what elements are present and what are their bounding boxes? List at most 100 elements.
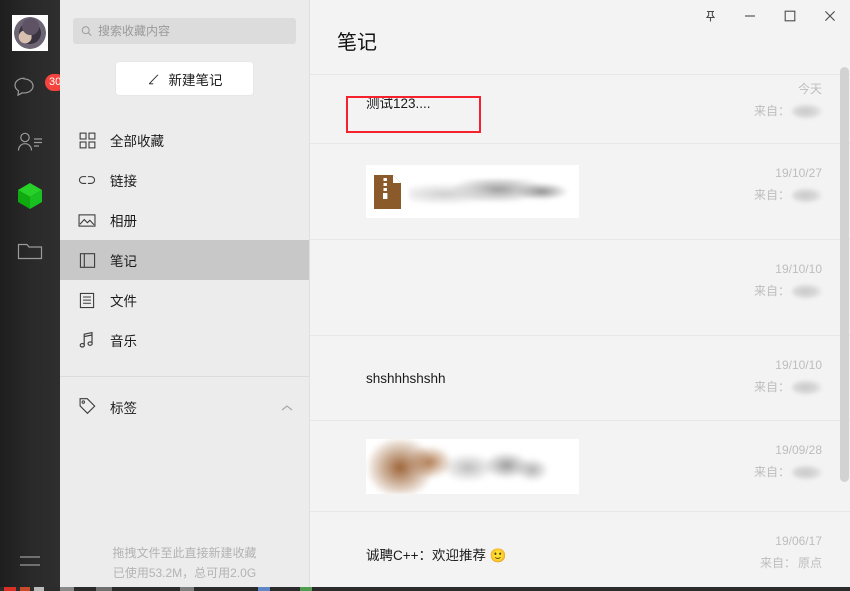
search-box[interactable] — [73, 18, 296, 44]
search-icon — [81, 26, 92, 37]
sidebar-item-files[interactable]: 文件 — [60, 280, 309, 320]
list-item-meta: 19/09/28 来自： — [702, 421, 822, 511]
rail-menu-button[interactable] — [0, 549, 60, 573]
note-icon — [78, 252, 96, 269]
sidebar-item-label: 笔记 — [110, 254, 137, 269]
chevron-up-icon[interactable] — [281, 400, 293, 415]
link-icon — [78, 173, 96, 187]
from-label: 来自： — [759, 556, 796, 570]
search-area — [60, 0, 309, 44]
list-item-meta: 19/10/10 来自： — [702, 240, 822, 335]
tag-icon — [78, 397, 96, 418]
image-preview-redacted — [366, 438, 579, 494]
hamburger-menu-icon — [20, 556, 40, 566]
note-source: 来自： 原点 — [702, 552, 822, 574]
list-item[interactable]: 诚聘C++：欢迎推荐 🙂 19/06/17 来自： 原点 — [310, 512, 850, 591]
note-source: 来自： — [702, 100, 822, 122]
favorites-category-list: 全部收藏 链接 相册 笔记 文件 音乐 — [60, 120, 309, 360]
sidebar-item-label: 相册 — [110, 214, 137, 229]
rail-item-chats[interactable]: 30 — [0, 70, 66, 106]
avatar[interactable] — [12, 15, 48, 51]
sidebar-item-music[interactable]: 音乐 — [60, 320, 309, 360]
note-date: 19/10/10 — [775, 358, 822, 372]
source-redacted — [792, 379, 822, 395]
source-name: 原点 — [797, 556, 822, 570]
file-name-redacted — [409, 178, 571, 205]
notes-scrollbar-track[interactable] — [840, 60, 849, 591]
note-date: 19/10/27 — [775, 166, 822, 180]
note-source: 来自： — [702, 376, 822, 398]
image-attachment-card[interactable] — [366, 438, 579, 494]
sidebar-item-label: 音乐 — [110, 334, 137, 349]
maximize-icon — [784, 10, 796, 22]
from-label: 来自： — [753, 104, 790, 118]
minimize-icon — [745, 15, 755, 17]
note-date: 19/10/10 — [775, 262, 822, 276]
list-item-meta: 今天 来自： — [702, 60, 822, 143]
sidebar-item-album[interactable]: 相册 — [60, 200, 309, 240]
from-label: 来自： — [753, 380, 790, 394]
sidebar-item-notes[interactable]: 笔记 — [60, 240, 309, 280]
source-redacted — [792, 283, 822, 299]
list-item[interactable]: shshhhshshh 19/10/10 来自： — [310, 336, 850, 421]
minimize-window-button[interactable] — [730, 0, 770, 32]
left-icon-rail: 30 — [0, 0, 66, 591]
list-item-content — [366, 144, 702, 239]
taskbar-chip — [180, 587, 194, 591]
list-item[interactable]: 19/10/10 来自： — [310, 240, 850, 336]
list-item-meta: 19/10/10 来自： — [702, 336, 822, 420]
taskbar-chip — [34, 587, 44, 591]
source-redacted — [792, 464, 822, 480]
list-item-content: shshhhshshh — [366, 336, 702, 420]
taskbar-chip — [300, 587, 312, 591]
taskbar-chip — [258, 587, 270, 591]
green-cube-icon — [18, 183, 42, 209]
taskbar-chip — [60, 587, 74, 591]
taskbar-chip — [4, 587, 16, 591]
rail-item-favorites[interactable] — [0, 178, 60, 214]
list-item[interactable]: 19/09/28 来自： — [310, 421, 850, 512]
file-attachment-card[interactable] — [366, 165, 579, 218]
sidebar-section-tags[interactable]: 标签 — [60, 385, 309, 429]
note-source: 来自： — [702, 280, 822, 302]
favorites-sidebar: 新建笔记 全部收藏 — [60, 0, 310, 591]
source-redacted — [792, 187, 822, 203]
taskbar-chip — [20, 587, 30, 591]
sidebar-item-links[interactable]: 链接 — [60, 160, 309, 200]
list-item-meta: 19/06/17 来自： 原点 — [702, 512, 822, 591]
pin-window-button[interactable] — [690, 0, 730, 32]
note-text: 测试123.... — [366, 95, 431, 111]
note-source: 来自： — [702, 461, 822, 483]
grid-icon — [78, 132, 96, 149]
search-input[interactable] — [98, 24, 288, 38]
pencil-icon — [148, 73, 158, 84]
maximize-window-button[interactable] — [770, 0, 810, 32]
desktop-taskbar-sliver — [0, 587, 850, 591]
source-redacted — [792, 103, 822, 119]
taskbar-chip — [96, 587, 112, 591]
list-item[interactable]: 19/10/27 来自： — [310, 144, 850, 240]
close-icon — [825, 11, 835, 21]
close-window-button[interactable] — [810, 0, 850, 32]
page-title: 笔记 — [337, 32, 377, 54]
folder-icon — [17, 243, 43, 260]
pin-icon — [705, 10, 715, 22]
list-item-meta: 19/10/27 来自： — [702, 144, 822, 239]
new-note-label: 新建笔记 — [168, 72, 223, 88]
rail-item-files[interactable] — [0, 232, 60, 268]
new-note-button[interactable]: 新建笔记 — [116, 62, 253, 95]
storage-usage-text: 已使用53.2M，总可用2.0G — [112, 566, 257, 580]
zip-file-icon — [374, 174, 401, 209]
rail-item-contacts[interactable] — [0, 125, 60, 161]
sidebar-item-all[interactable]: 全部收藏 — [60, 120, 309, 160]
list-item-content: 测试123.... — [366, 60, 702, 143]
notes-scrollbar-thumb[interactable] — [840, 67, 849, 482]
list-item[interactable]: 测试123.... 今天 来自： — [310, 60, 850, 144]
note-text: shshhhshshh — [366, 370, 446, 386]
contacts-icon — [17, 132, 42, 151]
list-item-content — [366, 240, 702, 335]
from-label: 来自： — [753, 188, 790, 202]
sidebar-footer: 拖拽文件至此直接新建收藏 已使用53.2M，总可用2.0G — [60, 543, 309, 583]
note-text: 诚聘C++：欢迎推荐 🙂 — [366, 548, 507, 563]
note-date: 19/09/28 — [775, 443, 822, 457]
